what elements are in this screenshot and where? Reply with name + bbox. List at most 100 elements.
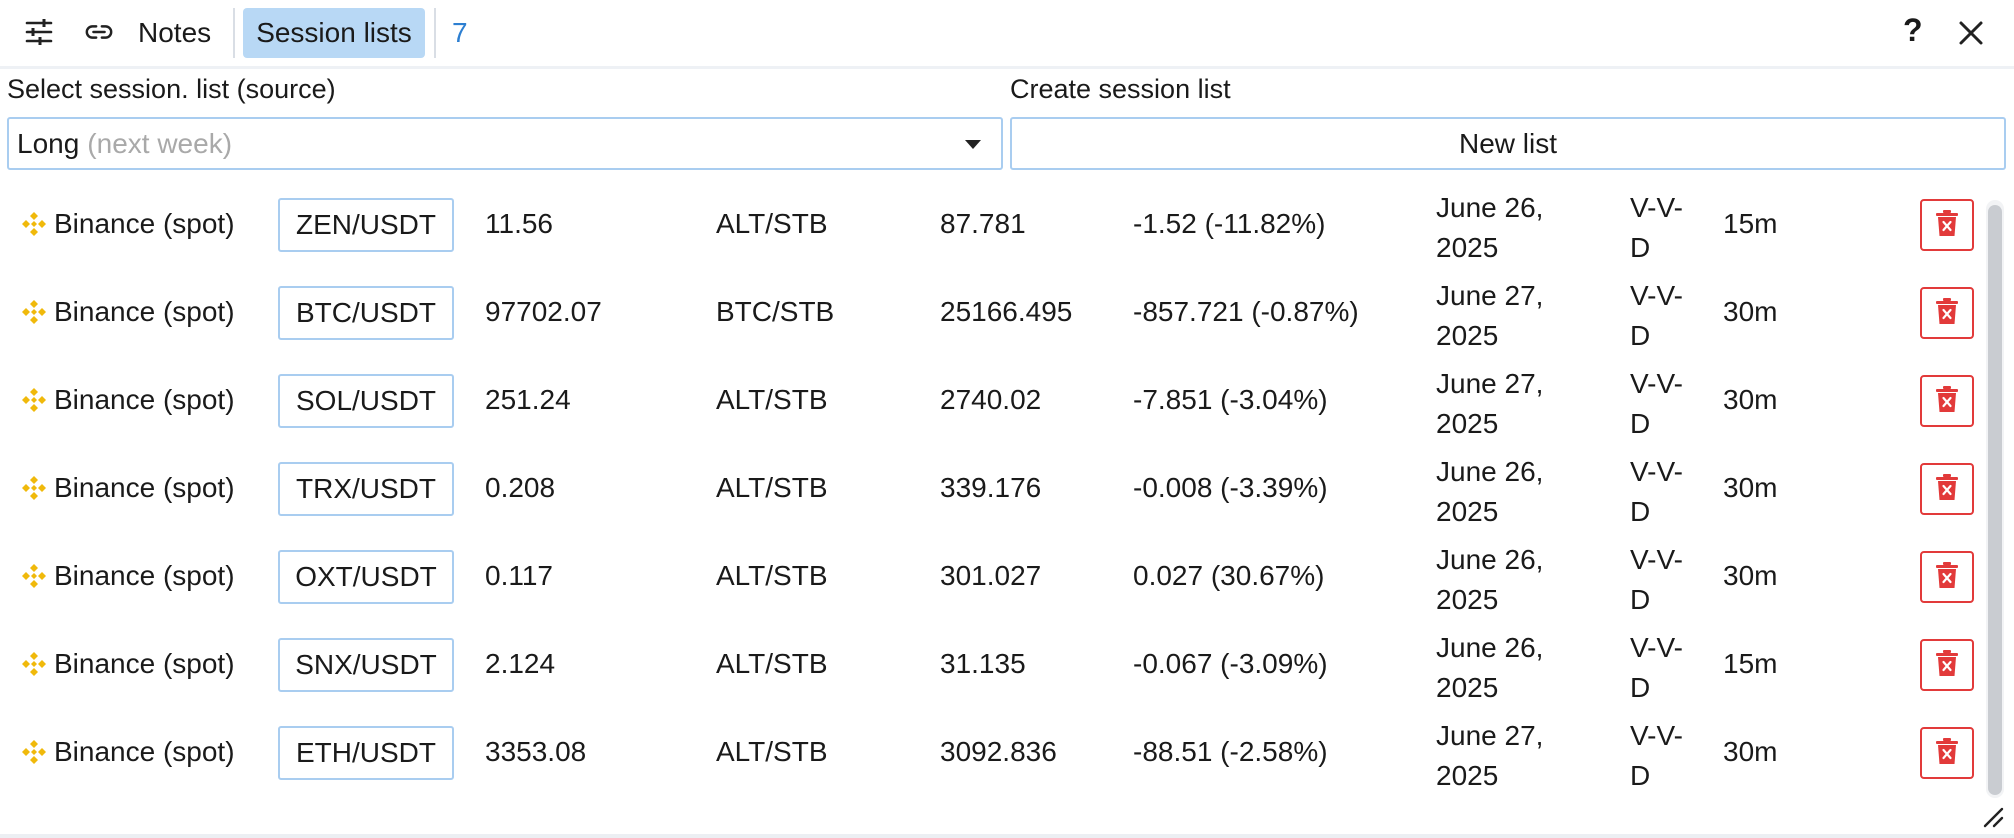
mode-line-end: D (1630, 760, 1651, 791)
mode-line: V-V- (1630, 632, 1683, 663)
date-line: June 27, (1436, 280, 1544, 311)
session-list-table: Binance (spot) ZEN/USDT 11.56 ALT/STB 87.781… (0, 180, 1980, 800)
create-list-label: Create session list (1010, 74, 1231, 104)
exchange-name: Binance (spot) (54, 208, 235, 239)
pair-button[interactable]: TRX/USDT (278, 462, 454, 516)
exchange-name: Binance (spot) (54, 648, 235, 679)
delete-button[interactable] (1920, 375, 1974, 427)
session-mode: V-V- D (1630, 276, 1683, 356)
timeframe-value: 15m (1723, 648, 1778, 679)
exchange-name: Binance (spot) (54, 472, 235, 503)
help-button[interactable]: ? (1903, 12, 1923, 49)
pair-type: ALT/STB (716, 648, 828, 679)
mode-line-end: D (1630, 496, 1651, 527)
session-date: June 26, 2025 (1436, 452, 1543, 532)
date-line: June 26, (1436, 632, 1544, 663)
chevron-down-icon (965, 140, 981, 149)
pair-button[interactable]: OXT/USDT (278, 550, 454, 604)
trash-icon (1936, 473, 1958, 505)
volume-value: 31.135 (940, 648, 1026, 679)
change-value: -0.067 (-3.09%) (1133, 648, 1328, 679)
change-value: -7.851 (-3.04%) (1133, 384, 1328, 415)
session-date: June 27, 2025 (1436, 716, 1543, 796)
table-row: Binance (spot) SOL/USDT 251.24 ALT/STB 2740.… (0, 356, 1980, 444)
session-count-badge: 7 (452, 17, 468, 48)
pair-button[interactable]: ZEN/USDT (278, 198, 454, 252)
trash-icon (1936, 209, 1958, 241)
link-icon[interactable] (84, 17, 114, 47)
volume-value: 339.176 (940, 472, 1042, 503)
timeframe-value: 30m (1723, 384, 1778, 415)
timeframe-value: 30m (1723, 296, 1778, 327)
date-year: 2025 (1436, 496, 1499, 527)
toolbar-divider (434, 8, 436, 58)
price-value: 0.117 (485, 560, 553, 591)
volume-value: 2740.02 (940, 384, 1042, 415)
session-mode: V-V- D (1630, 716, 1683, 796)
timeframe-value: 30m (1723, 736, 1778, 767)
session-date: June 27, 2025 (1436, 364, 1543, 444)
change-value: -0.008 (-3.39%) (1133, 472, 1328, 503)
source-select-label: Select session. list (source) (7, 74, 336, 104)
pair-button[interactable]: SOL/USDT (278, 374, 454, 428)
sliders-icon[interactable] (24, 17, 54, 47)
date-line: June 27, (1436, 368, 1544, 399)
trash-icon (1936, 561, 1958, 593)
delete-button[interactable] (1920, 463, 1974, 515)
delete-button[interactable] (1920, 727, 1974, 779)
binance-icon (20, 562, 48, 590)
volume-value: 301.027 (940, 560, 1042, 591)
mode-line-end: D (1630, 232, 1651, 263)
new-list-button[interactable]: New list (1010, 117, 2006, 170)
trash-icon (1936, 649, 1958, 681)
tab-notes[interactable]: Notes (138, 0, 211, 66)
tab-session-lists[interactable]: Session lists (243, 8, 425, 58)
price-value: 11.56 (485, 208, 553, 239)
close-icon[interactable] (1956, 18, 1986, 48)
select-value: Long (next week) (17, 119, 232, 168)
delete-button[interactable] (1920, 639, 1974, 691)
delete-button[interactable] (1920, 551, 1974, 603)
change-value: -88.51 (-2.58%) (1133, 736, 1328, 767)
pair-type: ALT/STB (716, 472, 828, 503)
session-mode: V-V- D (1630, 364, 1683, 444)
resize-handle-icon[interactable] (1982, 806, 2004, 828)
table-row: Binance (spot) ZEN/USDT 11.56 ALT/STB 87.781… (0, 180, 1980, 268)
session-date: June 26, 2025 (1436, 540, 1543, 620)
change-value: -1.52 (-11.82%) (1133, 208, 1326, 239)
toolbar: Notes Session lists 7 ? (0, 0, 2014, 69)
timeframe-value: 15m (1723, 208, 1778, 239)
scrollbar-thumb[interactable] (1988, 205, 2002, 795)
selected-value: Long (17, 128, 80, 159)
binance-icon (20, 386, 48, 414)
toolbar-divider (233, 8, 235, 58)
delete-button[interactable] (1920, 199, 1974, 251)
source-list-select[interactable]: Long (next week) (7, 117, 1003, 170)
date-year: 2025 (1436, 672, 1499, 703)
trash-icon (1936, 297, 1958, 329)
mode-line-end: D (1630, 672, 1651, 703)
session-date: June 27, 2025 (1436, 276, 1543, 356)
exchange-name: Binance (spot) (54, 736, 235, 767)
delete-button[interactable] (1920, 287, 1974, 339)
table-row: Binance (spot) ETH/USDT 3353.08 ALT/STB 3092… (0, 708, 1980, 796)
timeframe-value: 30m (1723, 560, 1778, 591)
binance-icon (20, 474, 48, 502)
table-row: Binance (spot) OXT/USDT 0.117 ALT/STB 301.02… (0, 532, 1980, 620)
mode-line: V-V- (1630, 456, 1683, 487)
date-year: 2025 (1436, 760, 1499, 791)
pair-button[interactable]: BTC/USDT (278, 286, 454, 340)
volume-value: 25166.495 (940, 296, 1073, 327)
binance-icon (20, 738, 48, 766)
trash-icon (1936, 737, 1958, 769)
session-mode: V-V- D (1630, 628, 1683, 708)
pair-type: ALT/STB (716, 384, 828, 415)
date-year: 2025 (1436, 320, 1499, 351)
table-row: Binance (spot) SNX/USDT 2.124 ALT/STB 31.135… (0, 620, 1980, 708)
table-row: Binance (spot) TRX/USDT 0.208 ALT/STB 339.17… (0, 444, 1980, 532)
pair-button[interactable]: SNX/USDT (278, 638, 454, 692)
session-date: June 26, 2025 (1436, 628, 1543, 708)
mode-line-end: D (1630, 408, 1651, 439)
pair-button[interactable]: ETH/USDT (278, 726, 454, 780)
date-year: 2025 (1436, 232, 1499, 263)
